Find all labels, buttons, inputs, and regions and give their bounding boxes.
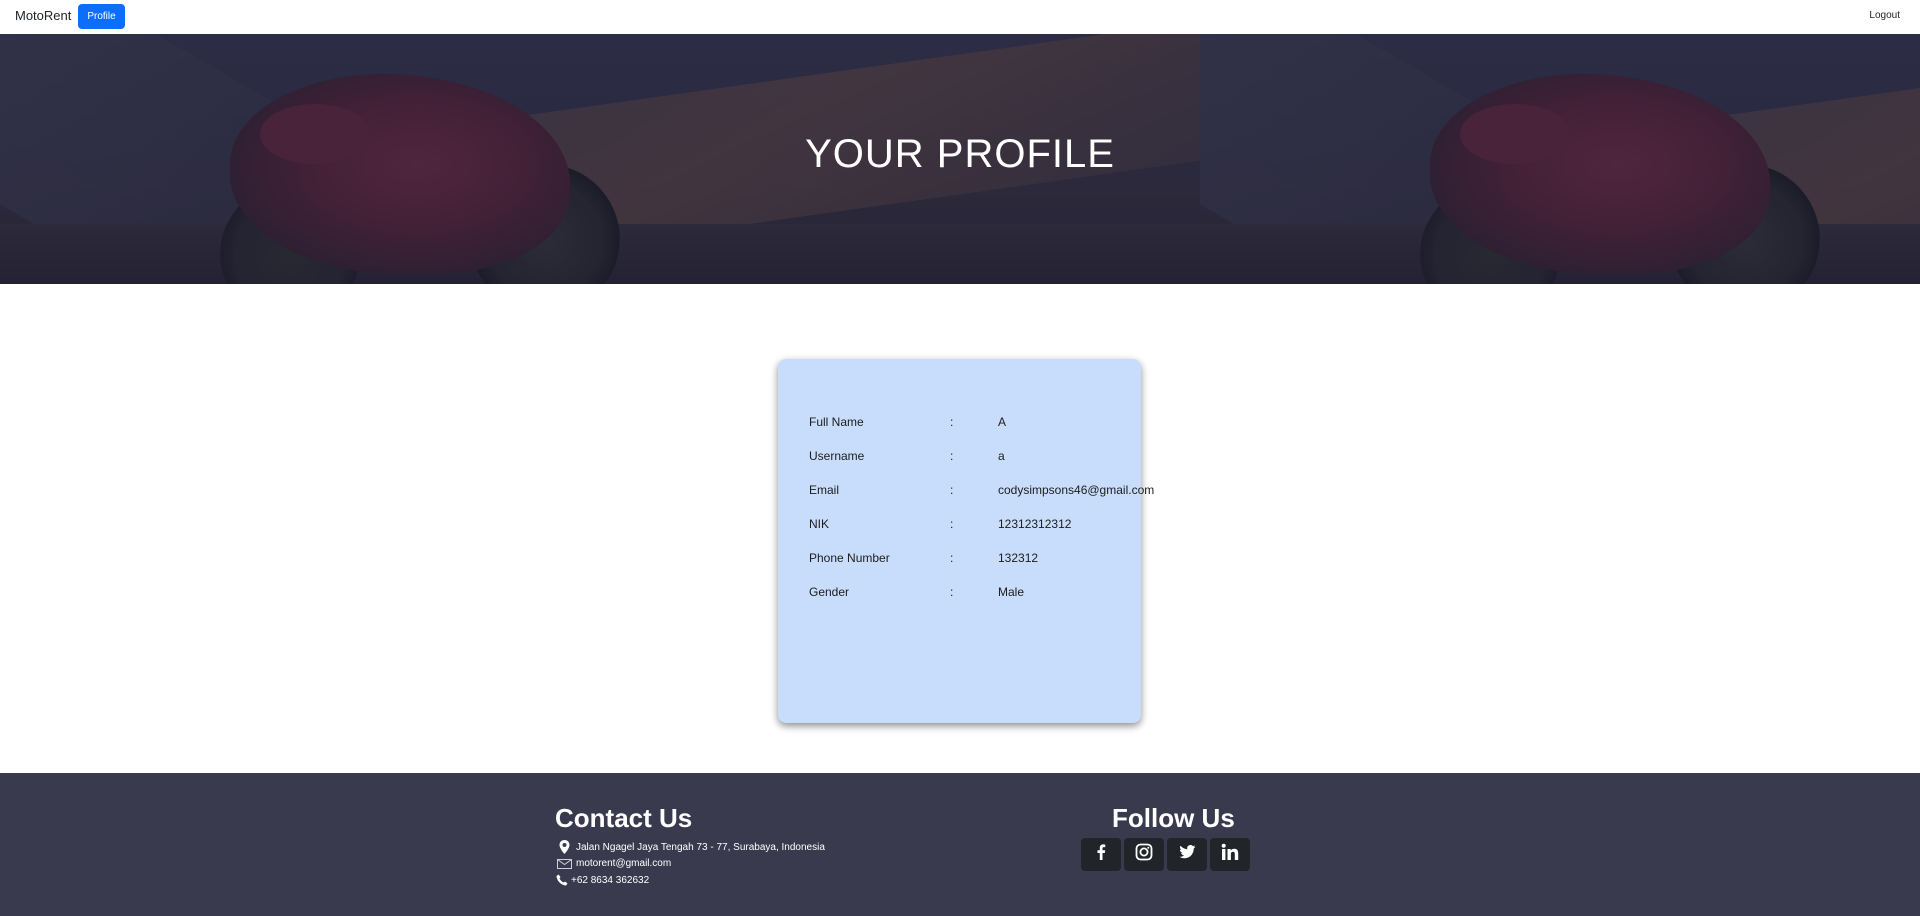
follow-title: Follow Us — [1112, 803, 1235, 833]
profile-value: 12312312312 — [998, 517, 1072, 531]
profile-card: Full Name : A Username : a Email : codys… — [778, 359, 1154, 723]
linkedin-icon — [1221, 843, 1239, 866]
hero-banner: YOUR PROFILE — [0, 34, 1920, 284]
page-title: YOUR PROFILE — [805, 132, 1115, 176]
profile-separator: : — [950, 449, 954, 463]
phone-text: +62 8634 362632 — [571, 874, 650, 886]
envelope-icon — [555, 858, 573, 869]
profile-row-gender: Gender : Male — [809, 585, 1129, 603]
profile-separator: : — [950, 517, 954, 531]
phone-icon — [555, 874, 569, 886]
contact-email: motorent@gmail.com — [555, 858, 671, 869]
profile-row-phone: Phone Number : 132312 — [809, 551, 1129, 569]
instagram-icon — [1135, 843, 1153, 866]
instagram-button[interactable] — [1124, 838, 1164, 871]
contact-address: Jalan Ngagel Jaya Tengah 73 - 77, Suraba… — [555, 840, 825, 854]
profile-row-nik: NIK : 12312312312 — [809, 517, 1129, 535]
profile-separator: : — [950, 483, 954, 497]
profile-row-full-name: Full Name : A — [809, 415, 1129, 433]
profile-label: Gender — [809, 585, 850, 599]
profile-button[interactable]: Profile — [78, 4, 125, 29]
profile-separator: : — [950, 551, 954, 565]
profile-label: Email — [809, 483, 840, 497]
profile-value: codysimpsons46@gmail.com — [998, 483, 1155, 497]
twitter-icon — [1178, 845, 1196, 864]
profile-row-username: Username : a — [809, 449, 1129, 467]
profile-row-email: Email : codysimpsons46@gmail.com — [809, 483, 1154, 501]
profile-value: a — [998, 449, 1005, 463]
location-pin-icon — [555, 840, 573, 854]
twitter-button[interactable] — [1167, 838, 1207, 871]
address-text: Jalan Ngagel Jaya Tengah 73 - 77, Suraba… — [576, 841, 825, 853]
email-text[interactable]: motorent@gmail.com — [576, 858, 671, 869]
facebook-button[interactable] — [1081, 838, 1121, 871]
profile-separator: : — [950, 585, 954, 599]
profile-label: Phone Number — [809, 551, 890, 565]
facebook-icon — [1096, 844, 1106, 865]
social-links — [1081, 838, 1250, 871]
profile-value: 132312 — [998, 551, 1039, 565]
profile-value: A — [998, 415, 1007, 429]
footer: Contact Us Jalan Ngagel Jaya Tengah 73 -… — [0, 773, 1920, 916]
profile-label: NIK — [809, 517, 830, 531]
contact-phone: +62 8634 362632 — [555, 874, 649, 886]
navbar: MotoRent Profile Logout — [0, 0, 1920, 34]
logout-link[interactable]: Logout — [1869, 10, 1900, 21]
profile-label: Username — [809, 449, 865, 463]
brand-logo[interactable]: MotoRent — [15, 8, 71, 23]
linkedin-button[interactable] — [1210, 838, 1250, 871]
contact-title: Contact Us — [555, 803, 693, 833]
profile-separator: : — [950, 415, 954, 429]
profile-label: Full Name — [809, 415, 864, 429]
profile-value: Male — [998, 585, 1025, 599]
